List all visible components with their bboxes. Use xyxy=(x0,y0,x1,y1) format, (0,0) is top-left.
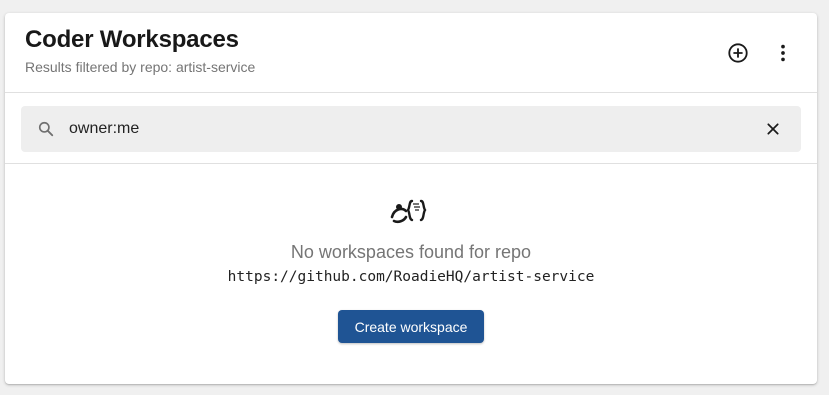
page-subtitle: Results filtered by repo: artist-service xyxy=(25,59,256,75)
page-title: Coder Workspaces xyxy=(25,26,239,53)
search-input[interactable] xyxy=(69,106,749,152)
repo-url: https://github.com/RoadieHQ/artist-servi… xyxy=(227,269,595,285)
empty-message: No workspaces found for repo xyxy=(290,242,532,262)
search-area xyxy=(5,94,817,164)
close-icon xyxy=(767,123,779,135)
empty-state: No workspaces found for repo https://git… xyxy=(5,165,817,384)
create-workspace-button[interactable]: Create workspace xyxy=(338,310,484,343)
search-icon xyxy=(38,121,54,137)
coder-logo-icon xyxy=(390,199,427,224)
clear-search-button[interactable] xyxy=(759,115,787,143)
more-vert-icon xyxy=(781,44,785,62)
add-circle-icon xyxy=(728,43,748,63)
search-box xyxy=(21,106,801,152)
more-options-button[interactable] xyxy=(767,37,799,69)
add-workspace-button[interactable] xyxy=(722,37,754,69)
workspaces-card: Coder Workspaces Results filtered by rep… xyxy=(5,13,817,384)
card-header: Coder Workspaces Results filtered by rep… xyxy=(5,13,817,93)
